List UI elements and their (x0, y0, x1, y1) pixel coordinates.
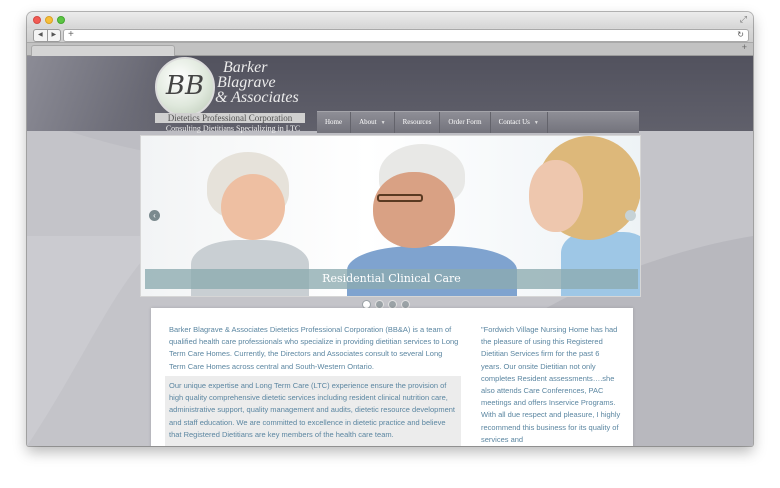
logo-emblem[interactable]: BB (155, 57, 215, 117)
back-button[interactable]: ◀ (34, 30, 48, 41)
minimize-window-button[interactable] (45, 16, 53, 24)
web-page: BB Barker Blagrave & Associates Dietetic… (27, 56, 753, 446)
chevron-down-icon: ▼ (380, 121, 386, 126)
browser-tab[interactable] (31, 45, 175, 56)
close-window-button[interactable] (33, 16, 41, 24)
nav-label: Home (325, 118, 343, 126)
intro-paragraph: Barker Blagrave & Associates Dietetics P… (169, 325, 459, 371)
slide-caption-bar: Residential Clinical Care (145, 269, 638, 289)
nav-home[interactable]: Home (317, 112, 352, 133)
slider-next-icon[interactable] (625, 210, 636, 221)
new-tab-icon[interactable]: + (742, 42, 747, 52)
slide-caption: Residential Clinical Care (322, 272, 461, 285)
plus-icon[interactable]: + (68, 29, 74, 40)
fullscreen-icon[interactable]: ⤢ (740, 14, 747, 25)
nav-label: Contact Us (498, 118, 530, 126)
tab-bar: + (27, 42, 753, 56)
nav-label: About (359, 118, 377, 126)
nav-label: Resources (402, 118, 432, 126)
slide-person-face (529, 160, 583, 232)
browser-titlebar: ⤢ (27, 12, 753, 28)
forward-button[interactable]: ▶ (48, 30, 61, 41)
chevron-down-icon: ▼ (533, 121, 539, 126)
browser-window: ⤢ ◀ ▶ + ↻ + BB Barker Blagrave & Associa… (27, 12, 753, 446)
address-bar[interactable]: + ↻ (63, 29, 749, 42)
logo-tagline: Consulting Dietitians Specializing in LT… (165, 124, 301, 133)
zoom-window-button[interactable] (57, 16, 65, 24)
browser-toolbar: ◀ ▶ + ↻ (27, 28, 753, 43)
logo-monogram: BB (165, 71, 205, 101)
main-nav: Home About ▼ Resources Order Form Contact… (317, 111, 639, 133)
history-buttons: ◀ ▶ (33, 29, 61, 42)
slide-person-face (373, 172, 455, 248)
nav-label: Order Form (448, 118, 482, 126)
slider-prev-icon[interactable]: ‹ (149, 210, 160, 221)
reload-icon[interactable]: ↻ (737, 30, 744, 39)
slide-person-face (221, 174, 285, 240)
logo-name-line3: & Associates (215, 89, 299, 106)
expertise-paragraph: Our unique expertise and Long Term Care … (169, 381, 455, 439)
nav-resources[interactable]: Resources (395, 112, 441, 133)
logo-name-line2: Blagrave (217, 74, 276, 91)
nav-about[interactable]: About ▼ (351, 112, 395, 133)
intro-column: Barker Blagrave & Associates Dietetics P… (169, 324, 459, 373)
nav-order-form[interactable]: Order Form (440, 112, 491, 133)
content-panel: Barker Blagrave & Associates Dietetics P… (151, 308, 633, 446)
logo-name-line1: Barker (223, 59, 268, 76)
slide-person-glasses (377, 194, 423, 202)
hero-slider[interactable]: ‹ Residential Clinical Care (140, 135, 641, 297)
logo-subtitle: Dietetics Professional Corporation (155, 113, 305, 123)
testimonial: "Fordwich Village Nursing Home has had t… (481, 325, 621, 444)
nav-contact-us[interactable]: Contact Us ▼ (491, 112, 548, 133)
